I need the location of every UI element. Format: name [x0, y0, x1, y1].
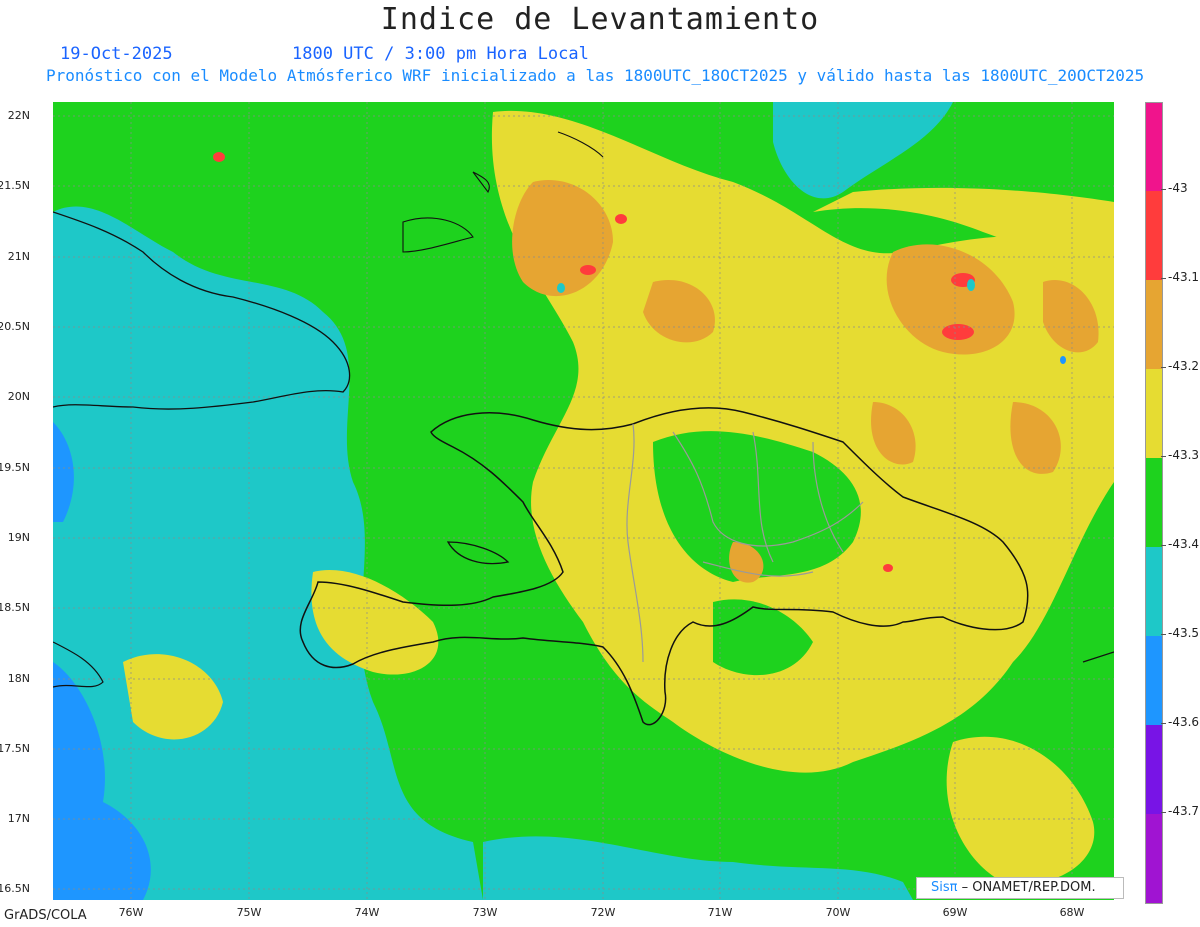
red-spot-1 [942, 324, 974, 340]
red-spot-3 [580, 265, 596, 275]
cyan-dot-1 [967, 279, 975, 291]
lon-label: 70W [825, 906, 851, 919]
lifted-index-map [53, 102, 1114, 900]
colorbar-tick [1161, 189, 1166, 190]
credit-text: ONAMET/REP.DOM. [972, 880, 1096, 895]
lat-label: 19N [7, 531, 30, 544]
red-spot-4 [213, 152, 225, 162]
lon-label: 75W [236, 906, 262, 919]
colorbar-band [1146, 191, 1162, 280]
footer-grads: GrADS/COLA [4, 908, 87, 923]
colorbar-tick [1161, 812, 1166, 813]
lat-label: 21N [7, 250, 30, 263]
colorbar-label: -43.3 [1168, 448, 1200, 462]
red-spot-5 [883, 564, 893, 572]
credit-dash: – [961, 880, 973, 895]
forecast-subtitle: Pronóstico con el Modelo Atmósferico WRF… [46, 66, 1145, 85]
lon-label: 76W [118, 906, 144, 919]
colorbar-band [1146, 458, 1162, 547]
lat-label: 16.5N [0, 882, 30, 895]
lon-label: 71W [707, 906, 733, 919]
lat-label: 17N [7, 812, 30, 825]
colorbar-tick [1161, 367, 1166, 368]
colorbar-tick [1161, 634, 1166, 635]
lat-label: 20.5N [0, 320, 30, 333]
lon-label: 69W [942, 906, 968, 919]
colorbar-label: -43.4 [1168, 537, 1200, 551]
map-title: Indice de Levantamiento [380, 2, 820, 37]
lon-label: 68W [1059, 906, 1085, 919]
colorbar-band [1146, 369, 1162, 458]
lat-label: 20N [7, 390, 30, 403]
colorbar-label: -43.6 [1168, 715, 1200, 729]
colorbar-label: -43.5 [1168, 626, 1200, 640]
forecast-time: 1800 UTC / 3:00 pm Hora Local [292, 44, 589, 64]
colorbar-band [1146, 103, 1162, 191]
colorbar-tick [1161, 723, 1166, 724]
colorbar-band [1146, 547, 1162, 636]
forecast-date: 19-Oct-2025 [60, 44, 173, 64]
lat-label: 18.5N [0, 601, 30, 614]
colorbar-label: -43.1 [1168, 270, 1200, 284]
cyan-dot-2 [557, 283, 565, 293]
colorbar-label: -43 [1168, 181, 1188, 195]
lon-label: 74W [354, 906, 380, 919]
colorbar-tick [1161, 545, 1166, 546]
lat-label: 17.5N [0, 742, 30, 755]
colorbar-band [1146, 725, 1162, 814]
colorbar-tick [1161, 278, 1166, 279]
lon-label: 73W [472, 906, 498, 919]
colorbar-label: -43.7 [1168, 804, 1200, 818]
credit-box: Sisπ – ONAMET/REP.DOM. [916, 877, 1124, 899]
colorbar [1145, 102, 1163, 904]
lon-label: 72W [590, 906, 616, 919]
colorbar-band [1146, 280, 1162, 369]
lat-label: 22N [7, 109, 30, 122]
lat-label: 21.5N [0, 179, 30, 192]
lat-label: 18N [7, 672, 30, 685]
colorbar-band [1146, 814, 1162, 903]
colorbar-tick [1161, 456, 1166, 457]
red-spot-6 [615, 214, 627, 224]
colorbar-label: -43.2 [1168, 359, 1200, 373]
blue-dot-1 [1060, 356, 1066, 364]
colorbar-band [1146, 636, 1162, 725]
credit-brand: Sisπ [931, 880, 958, 895]
lat-label: 19.5N [0, 461, 30, 474]
